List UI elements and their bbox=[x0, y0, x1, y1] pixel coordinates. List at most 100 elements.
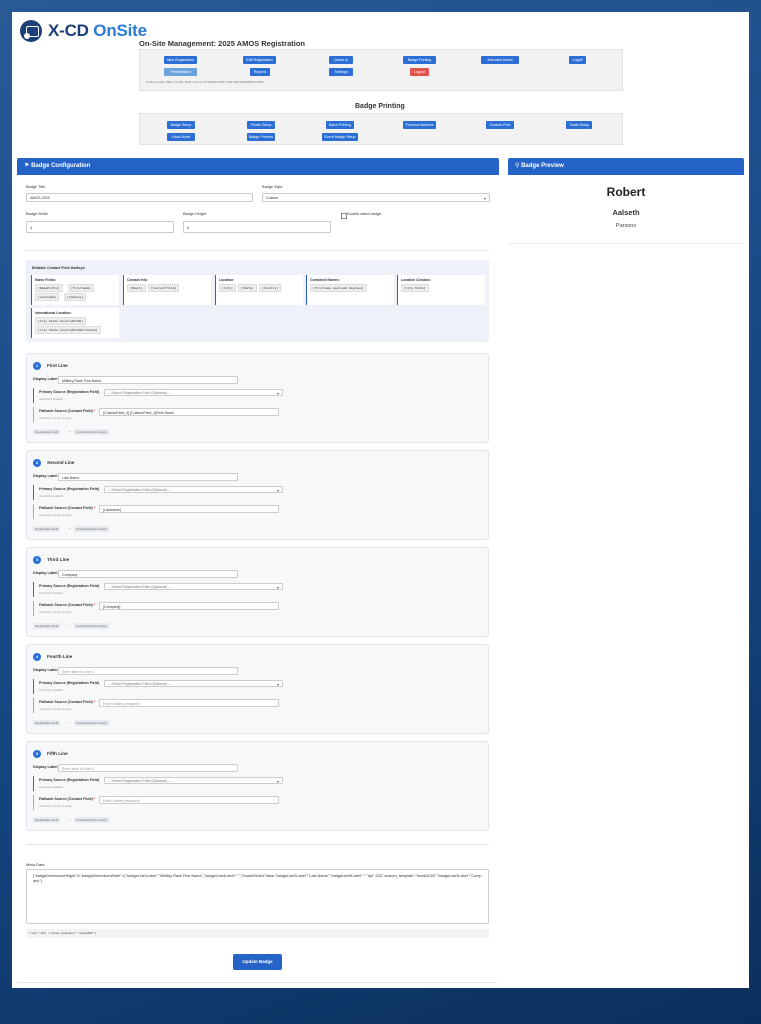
primary-source-select[interactable]: -- Select Registration Field (Optional) … bbox=[104, 777, 283, 784]
badge-width-label: Badge Width bbox=[26, 212, 48, 216]
display-label-input[interactable]: Enter label for line 5 bbox=[58, 764, 238, 772]
registration-field-chip: Registration Field bbox=[33, 526, 61, 532]
hotkey-tag[interactable]: [Email] bbox=[127, 284, 146, 292]
page: X-CD OnSite On-Site Management: 2025 AMO… bbox=[12, 12, 749, 988]
arrow-right-icon: → bbox=[67, 525, 71, 530]
primary-source-hint: Used first if available bbox=[39, 592, 63, 595]
hotkey-group-location-combos: Location Combos: [City State] bbox=[397, 275, 485, 305]
nav-check-in[interactable]: Check In bbox=[329, 56, 353, 64]
badge-logo-icon bbox=[20, 20, 42, 42]
display-label-input[interactable]: Military Rank First Name bbox=[58, 376, 238, 384]
hotkey-tag[interactable]: [Country] bbox=[259, 284, 282, 292]
arrow-right-icon: → bbox=[67, 816, 71, 821]
hotkey-group-name: Contact Info: bbox=[127, 278, 148, 282]
fallback-source-input[interactable]: [Lastname] bbox=[99, 505, 279, 513]
nav-logoff[interactable]: Logoff bbox=[569, 56, 586, 64]
badge-title-input[interactable]: AMOS 2025 bbox=[26, 193, 253, 202]
primary-source-select[interactable]: -- Select Registration Field (Optional) … bbox=[104, 389, 283, 396]
primary-source-hint: Used first if available bbox=[39, 398, 63, 401]
display-label-label: Display Label bbox=[33, 474, 58, 478]
contact-field-chip: Contact Field (if empty) bbox=[74, 720, 110, 726]
badge-config-header: ⚑ Badge Configuration bbox=[17, 158, 499, 175]
fallback-source-input[interactable]: [CustomField_4] [CustomField_1]First Nam… bbox=[99, 408, 279, 416]
line-title: Fifth Line bbox=[47, 751, 68, 756]
line-card-1: 1 First Line Display Label Military Rank… bbox=[26, 353, 489, 443]
batch-printing-button[interactable]: Batch Printing bbox=[326, 121, 354, 129]
badge-config-title: Badge Configuration bbox=[31, 163, 91, 169]
fallback-source-input[interactable]: [Company] bbox=[99, 602, 279, 610]
hotkey-tag[interactable]: [ContactTitle] bbox=[148, 284, 180, 292]
fallback-source-hint: Used when primary is empty bbox=[39, 514, 72, 517]
hotkey-tag[interactable]: [City] bbox=[219, 284, 236, 292]
hotkey-tag[interactable]: [Lastname] bbox=[35, 293, 60, 301]
preview-line-3: Parsons bbox=[615, 223, 637, 229]
hotkey-tag[interactable]: [City State CountryNotUS] bbox=[35, 317, 87, 325]
line-title: First Line bbox=[47, 363, 68, 368]
event-badge-setup-button[interactable]: Event Badge Setup bbox=[322, 133, 358, 141]
hotkey-tag[interactable]: [City State] bbox=[401, 284, 429, 292]
nav-badge-printing[interactable]: Badge Printing bbox=[403, 56, 436, 64]
fallback-source-input[interactable]: Enter hotkey (required) bbox=[99, 796, 279, 804]
primary-source-select[interactable]: -- Select Registration Field (Optional) … bbox=[104, 583, 283, 590]
registration-field-chip: Registration Field bbox=[33, 817, 61, 823]
hotkey-tag[interactable]: [Firstname Lastname Degrees] bbox=[310, 284, 367, 292]
primary-source-label: Primary Source (Registration Field) bbox=[39, 390, 100, 394]
nav-reports[interactable]: Reports bbox=[250, 68, 270, 76]
kiosk-mode-button[interactable]: Kiosk Mode bbox=[167, 133, 195, 141]
badge-style-select[interactable]: Custom bbox=[262, 193, 490, 202]
search-icon: ⚲ bbox=[515, 163, 520, 169]
brand-logo[interactable]: X-CD OnSite bbox=[20, 20, 147, 42]
divider bbox=[26, 844, 489, 845]
hotkeys-title: Editable Contact Field Hotkeys bbox=[32, 266, 85, 270]
badge-title-label: Badge Title bbox=[26, 185, 45, 189]
hotkey-group-name: Combined Names: bbox=[310, 278, 340, 282]
double-sided-checkbox[interactable] bbox=[341, 213, 347, 219]
badge-preview-button[interactable]: Badge Preview bbox=[247, 133, 275, 141]
fallback-source-label: Fallback Source (Contact Field) * bbox=[39, 603, 96, 607]
custom-print-button[interactable]: Custom Print bbox=[486, 121, 514, 129]
badge-setup-button[interactable]: Badge Setup bbox=[167, 121, 195, 129]
primary-source-hint: Used first if available bbox=[39, 689, 63, 692]
contact-field-chip: Contact Field (if empty) bbox=[74, 526, 110, 532]
previous-batches-button[interactable]: Previous Batches bbox=[403, 121, 436, 129]
main-nav: New Registration Edit Registration Check… bbox=[139, 49, 623, 91]
hotkey-tag[interactable]: [NamePrefix] bbox=[35, 284, 63, 292]
nav-edit-registration[interactable]: Edit Registration bbox=[243, 56, 276, 64]
fallback-source-input[interactable]: Enter hotkey (required) bbox=[99, 699, 279, 707]
nav-presentation[interactable]: Presentation bbox=[164, 68, 197, 76]
nav-new-registration[interactable]: New Registration bbox=[164, 56, 197, 64]
double-sided-label: Double-sided badge bbox=[347, 212, 381, 216]
printer-setup-button[interactable]: Printer Setup bbox=[247, 121, 275, 129]
tag-icon: ⚑ bbox=[24, 163, 30, 169]
line-title: Second Line bbox=[47, 460, 75, 465]
badge-height-input[interactable]: 6 bbox=[183, 221, 331, 233]
meta-data-summary: {"dpi":203,"custom_template":"meds2025"} bbox=[26, 929, 489, 938]
display-label-input[interactable]: Enter label for line 4 bbox=[58, 667, 238, 675]
meta-data-textarea[interactable]: {"badgeDimensionHeight":6,"badgeDimensio… bbox=[26, 869, 489, 924]
nav-settings[interactable]: Settings bbox=[329, 68, 353, 76]
page-title: On-Site Management: 2025 AMOS Registrati… bbox=[139, 39, 306, 48]
hotkey-group-name-fields: Name Fields: [NamePrefix] [Firstname] [L… bbox=[31, 275, 119, 305]
primary-source-select[interactable]: -- Select Registration Field (Optional) … bbox=[104, 680, 283, 687]
primary-source-label: Primary Source (Registration Field) bbox=[39, 487, 100, 491]
hotkey-tag[interactable]: [Firstname] bbox=[68, 284, 94, 292]
badge-printing-title: Badge Printing bbox=[355, 103, 405, 110]
display-label-input[interactable]: Last Name bbox=[58, 473, 238, 481]
nav-logout[interactable]: Logout bbox=[410, 68, 429, 76]
hotkey-tag[interactable]: [State] bbox=[238, 284, 257, 292]
primary-source-select[interactable]: -- Select Registration Field (Optional) … bbox=[104, 486, 283, 493]
nav-attendee-admin[interactable]: Attendee Admin bbox=[481, 56, 519, 64]
primary-source-label: Primary Source (Registration Field) bbox=[39, 584, 100, 588]
hotkey-tag[interactable]: [Company] bbox=[64, 293, 87, 301]
hotkey-group-name: Location: bbox=[219, 278, 235, 282]
fallback-source-label: Fallback Source (Contact Field) * bbox=[39, 506, 96, 510]
hotkey-tag[interactable]: [City State CountryNotUSOrCanada] bbox=[35, 326, 101, 334]
badge-width-input[interactable]: 4 bbox=[26, 221, 174, 233]
primary-source-label: Primary Source (Registration Field) bbox=[39, 681, 100, 685]
line-card-5: 5 Fifth Line Display Label Enter label f… bbox=[26, 741, 489, 831]
primary-source-label: Primary Source (Registration Field) bbox=[39, 778, 100, 782]
preview-line-1: Robert bbox=[606, 185, 646, 199]
update-badge-button[interactable]: Update Badge bbox=[233, 954, 282, 970]
ticket-setup-button[interactable]: Ticket Setup bbox=[566, 121, 592, 129]
display-label-input[interactable]: Company bbox=[58, 570, 238, 578]
